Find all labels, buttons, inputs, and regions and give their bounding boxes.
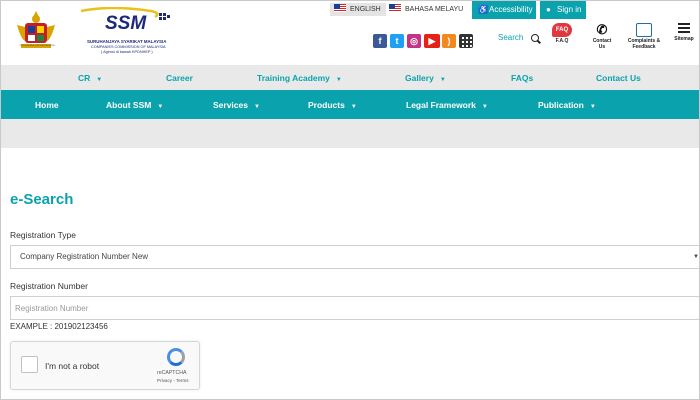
feedback-form-icon bbox=[636, 23, 652, 37]
crest-motto: SURUHANJAYA SYARIKAT MALAYSIA bbox=[19, 45, 55, 47]
site-header: SURUHANJAYA SYARIKAT MALAYSIA SSM SURUHA… bbox=[1, 1, 699, 65]
nav-gallery[interactable]: Gallery ▼ bbox=[405, 73, 446, 83]
sitemap-icon bbox=[678, 23, 690, 35]
nav-gallery-label: Gallery bbox=[405, 73, 434, 83]
nav-legal-label: Legal Framework bbox=[406, 100, 476, 110]
nav-home[interactable]: Home bbox=[35, 100, 59, 110]
nav-training-label: Training Academy bbox=[257, 73, 330, 83]
rss-icon[interactable]: ) bbox=[442, 34, 456, 48]
captcha-label: I'm not a robot bbox=[45, 361, 100, 371]
nav-cr[interactable]: CR ▼ bbox=[78, 73, 102, 83]
chevron-down-icon: ▼ bbox=[157, 104, 164, 110]
nav-publication[interactable]: Publication ▼ bbox=[538, 100, 596, 110]
sitemap-label: Sitemap bbox=[674, 36, 694, 42]
ssm-logo[interactable]: SSM bbox=[77, 7, 177, 33]
logo-text: SSM bbox=[105, 13, 147, 33]
chevron-down-icon: ▼ bbox=[253, 104, 260, 110]
nav-training-academy[interactable]: Training Academy ▼ bbox=[257, 73, 342, 83]
logo-tagline-malay: SURUHANJAYA SYARIKAT MALAYSIA bbox=[87, 39, 167, 44]
nav-products-label: Products bbox=[308, 100, 345, 110]
browser-page: SURUHANJAYA SYARIKAT MALAYSIA SSM SURUHA… bbox=[0, 0, 700, 400]
complaints-feedback-link[interactable]: Complaints & Feedback bbox=[625, 23, 663, 50]
chevron-down-icon: ▼ bbox=[96, 77, 103, 83]
nav-home-label: Home bbox=[35, 100, 59, 110]
chevron-down-icon: ▼ bbox=[693, 254, 699, 260]
us-flag-icon bbox=[389, 4, 401, 13]
registration-type-label: Registration Type bbox=[10, 230, 76, 240]
secondary-nav: CR ▼ Career Training Academy ▼ Gallery ▼ FA… bbox=[1, 65, 699, 90]
lang-malay-label: BAHASA MELAYU bbox=[405, 6, 464, 13]
recaptcha-privacy-terms[interactable]: Privacy - Terms bbox=[157, 378, 189, 383]
twitter-icon[interactable]: t bbox=[390, 34, 404, 48]
nav-about-ssm[interactable]: About SSM ▼ bbox=[106, 100, 163, 110]
nav-career[interactable]: Career bbox=[166, 73, 193, 83]
nav-contact-us[interactable]: Contact Us bbox=[596, 73, 641, 83]
nav-faqs[interactable]: FAQs bbox=[511, 73, 533, 83]
accessibility-label: Accessibility bbox=[489, 5, 533, 14]
accessibility-button[interactable]: ♿Accessibility bbox=[472, 1, 536, 19]
chevron-down-icon: ▼ bbox=[350, 104, 357, 110]
instagram-icon[interactable]: ◎ bbox=[407, 34, 421, 48]
search-link[interactable]: Search bbox=[498, 33, 523, 42]
chevron-down-icon: ▼ bbox=[481, 104, 488, 110]
nav-contact-label: Contact Us bbox=[596, 73, 641, 83]
breadcrumb-band bbox=[1, 119, 699, 148]
captcha-checkbox[interactable] bbox=[21, 356, 38, 373]
registration-number-label: Registration Number bbox=[10, 281, 88, 291]
nav-products[interactable]: Products ▼ bbox=[308, 100, 357, 110]
phone-icon: ✆ bbox=[596, 22, 608, 37]
nav-publication-label: Publication bbox=[538, 100, 584, 110]
qr-code-icon[interactable] bbox=[459, 34, 473, 48]
contact-us-link[interactable]: ✆ Contact Us bbox=[590, 23, 614, 50]
nav-career-label: Career bbox=[166, 73, 193, 83]
sitemap-link[interactable]: Sitemap bbox=[671, 23, 697, 43]
facebook-icon[interactable]: f bbox=[373, 34, 387, 48]
faq-label: F.A.Q bbox=[555, 38, 569, 44]
nav-services[interactable]: Services ▼ bbox=[213, 100, 260, 110]
lang-english-button[interactable]: ENGLISH bbox=[330, 3, 386, 16]
nav-legal-framework[interactable]: Legal Framework ▼ bbox=[406, 100, 488, 110]
faq-bubble-icon: FAQ bbox=[552, 23, 572, 37]
nav-cr-label: CR bbox=[78, 73, 91, 83]
recaptcha-widget: I'm not a robot reCAPTCHA Privacy - Term… bbox=[10, 341, 200, 390]
chevron-down-icon: ▼ bbox=[439, 77, 446, 83]
registration-number-input[interactable] bbox=[10, 296, 699, 320]
logo-tagline-english: COMPANIES COMMISSION OF MALAYSIA bbox=[91, 45, 166, 49]
malaysia-crest-icon bbox=[17, 11, 55, 48]
youtube-icon[interactable]: ▶ bbox=[424, 34, 440, 48]
logo-tagline-agency: ( Agensi di bawah KPDNHEP ) bbox=[101, 50, 153, 54]
lang-english-label: ENGLISH bbox=[350, 6, 381, 13]
nav-services-label: Services bbox=[213, 100, 248, 110]
user-icon: ● bbox=[546, 5, 551, 14]
recaptcha-logo-icon bbox=[167, 348, 185, 366]
search-icon[interactable] bbox=[531, 34, 539, 42]
sign-in-label: Sign in bbox=[557, 5, 582, 14]
chevron-down-icon: ▼ bbox=[589, 104, 596, 110]
faq-link[interactable]: FAQ F.A.Q bbox=[549, 23, 575, 45]
lang-malay-button[interactable]: BAHASA MELAYU bbox=[385, 3, 468, 16]
main-nav: Home About SSM ▼ Services ▼ Products ▼ Lega… bbox=[1, 90, 699, 119]
recaptcha-brand: reCAPTCHA bbox=[157, 370, 187, 376]
registration-number-example: EXAMPLE : 201902123456 bbox=[10, 322, 108, 331]
page-title: e-Search bbox=[10, 191, 74, 208]
registration-type-value: Company Registration Number New bbox=[20, 252, 149, 261]
complaints-label-line2: Feedback bbox=[632, 43, 656, 50]
nav-faqs-label: FAQs bbox=[511, 73, 534, 83]
sign-in-button[interactable]: ● Sign in bbox=[540, 1, 586, 19]
nav-about-label: About SSM bbox=[106, 100, 152, 110]
contact-label-line2: Us bbox=[598, 43, 606, 50]
wheelchair-icon: ♿ bbox=[478, 5, 488, 14]
chevron-down-icon: ▼ bbox=[335, 77, 342, 83]
us-flag-icon bbox=[334, 4, 346, 13]
registration-type-select[interactable]: Company Registration Number New ▼ bbox=[10, 245, 699, 269]
